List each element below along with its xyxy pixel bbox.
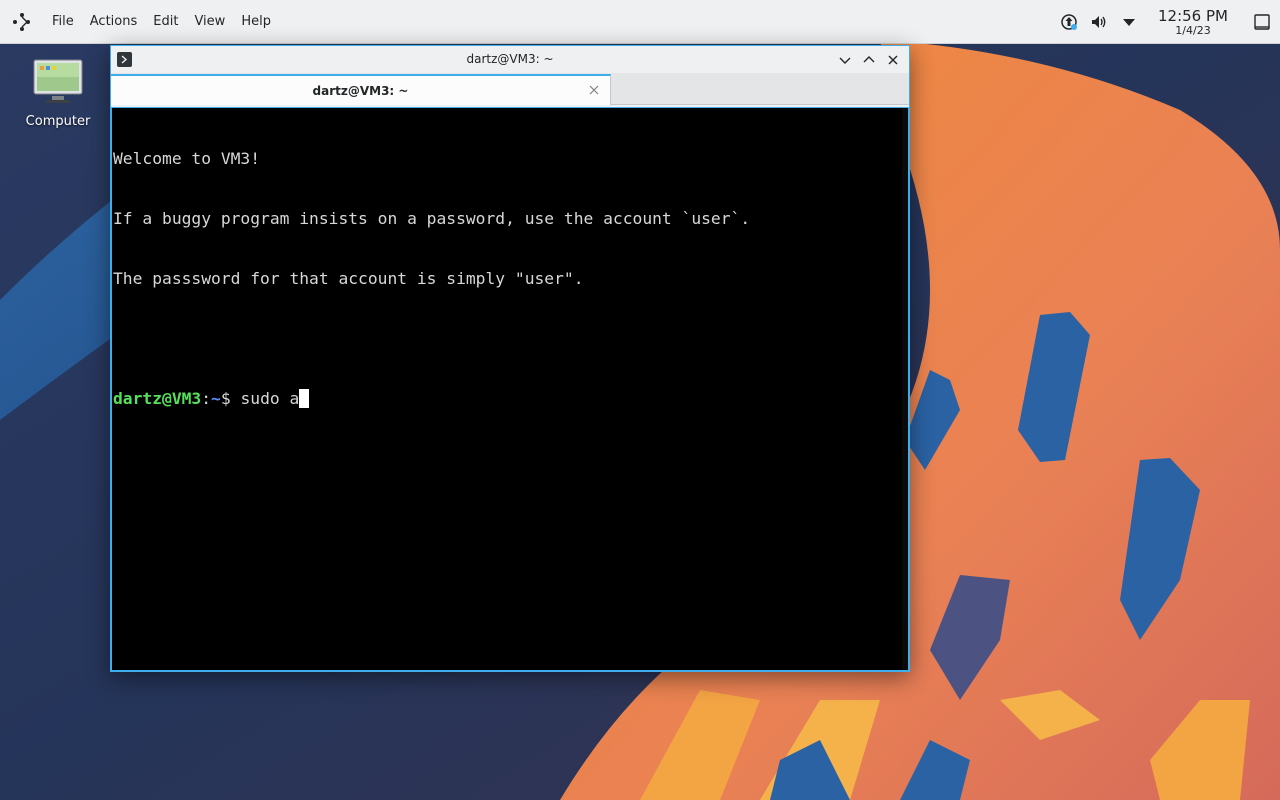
menu-file[interactable]: File	[44, 0, 82, 44]
kde-logo-icon	[13, 12, 30, 31]
window-titlebar[interactable]: dartz@VM3: ~	[111, 46, 909, 73]
window-controls	[833, 46, 905, 73]
digital-clock[interactable]: 12:56 PM 1/4/23	[1152, 8, 1234, 37]
volume-tray-button[interactable]	[1084, 0, 1114, 44]
global-menu: File Actions Edit View Help	[44, 0, 279, 44]
chevron-up-icon	[863, 55, 875, 62]
clock-date: 1/4/23	[1175, 23, 1211, 37]
show-desktop-button[interactable]	[1244, 0, 1280, 44]
update-arrow-icon	[1061, 14, 1077, 30]
chevron-down-icon	[839, 57, 851, 64]
minimize-button[interactable]	[833, 46, 857, 73]
clock-time: 12:56 PM	[1158, 6, 1228, 25]
system-tray: 12:56 PM 1/4/23	[1054, 0, 1280, 44]
terminal-scrollbar[interactable]	[902, 108, 908, 670]
terminal-output[interactable]: Welcome to VM3! If a buggy program insis…	[111, 107, 909, 671]
top-panel: File Actions Edit View Help 12:56 PM 1/4…	[0, 0, 1280, 44]
close-button[interactable]	[881, 46, 905, 73]
computer-icon	[33, 59, 83, 103]
prompt-path: ~	[211, 389, 221, 408]
tab-label: dartz@VM3: ~	[312, 83, 409, 98]
speaker-icon	[1092, 16, 1106, 28]
prompt-user-host: dartz@VM3	[113, 389, 202, 408]
close-icon	[888, 55, 898, 64]
desktop-icon-label: Computer	[25, 114, 91, 129]
konsole-window: dartz@VM3: ~ dartz@VM3: ~ Welcome to VM3…	[110, 45, 910, 672]
tray-expand-button[interactable]	[1114, 0, 1144, 44]
prompt-symbol: $	[220, 389, 241, 408]
app-launcher-button[interactable]	[0, 0, 44, 44]
menu-view[interactable]: View	[186, 0, 233, 44]
maximize-button[interactable]	[857, 46, 881, 73]
menu-edit[interactable]: Edit	[145, 0, 186, 44]
terminal-line: Welcome to VM3!	[113, 149, 261, 168]
tab-terminal[interactable]: dartz@VM3: ~	[111, 74, 611, 105]
tab-bar: dartz@VM3: ~	[111, 73, 909, 105]
menu-help[interactable]: Help	[233, 0, 279, 44]
updates-tray-button[interactable]	[1054, 0, 1084, 44]
terminal-line: The passsword for that account is simply…	[113, 269, 584, 288]
terminal-line: If a buggy program insists on a password…	[113, 209, 751, 228]
typed-command: sudo a	[240, 389, 300, 408]
menu-actions[interactable]: Actions	[82, 0, 146, 44]
window-title: dartz@VM3: ~	[466, 52, 554, 66]
tab-close-icon[interactable]	[588, 84, 600, 96]
chevron-down-icon	[1123, 19, 1135, 26]
desktop-icon-computer[interactable]: Computer	[18, 58, 98, 129]
show-desktop-icon	[1254, 14, 1270, 30]
terminal-prompt-line: dartz@VM3:~$ sudo a	[113, 389, 907, 409]
prompt-separator: :	[201, 389, 212, 408]
text-cursor	[299, 389, 310, 408]
